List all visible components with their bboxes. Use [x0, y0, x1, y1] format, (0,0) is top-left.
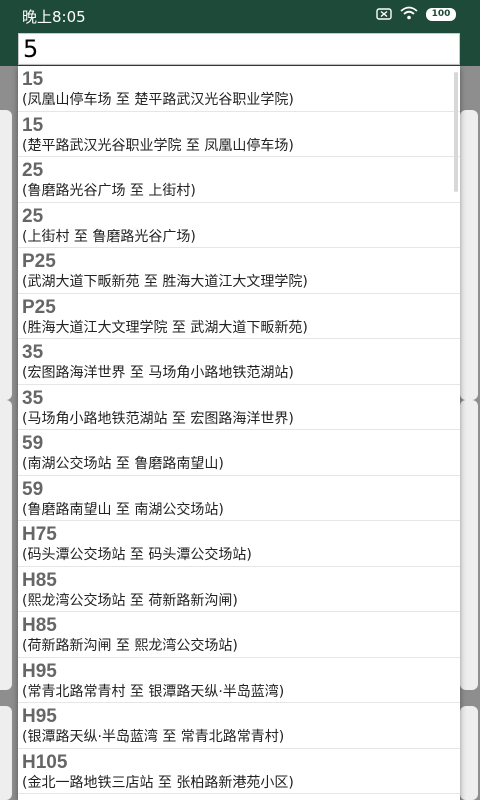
status-icons: 100 — [376, 5, 456, 24]
scrollbar[interactable] — [454, 72, 458, 192]
close-box-icon — [376, 5, 392, 24]
route-number: 35 — [22, 387, 44, 409]
wifi-icon — [400, 5, 418, 24]
suggestion-item[interactable]: 15 (凤凰山停车场 至 楚平路武汉光谷职业学院) — [18, 66, 460, 112]
route-number: H95 — [22, 660, 57, 682]
route-number: P25 — [22, 296, 56, 318]
route-description: (鲁磨路光谷广场 至 上街村) — [22, 183, 196, 199]
route-number: 59 — [22, 433, 44, 454]
route-description: (武湖大道下畈新苑 至 胜海大道江大文理学院) — [22, 274, 308, 290]
route-description: (鲁磨路南望山 至 南湖公交场站) — [22, 501, 224, 518]
search-input[interactable] — [23, 34, 453, 64]
route-description: (宏图路海洋世界 至 马场角小路地铁范湖站) — [22, 365, 294, 381]
battery-level: 100 — [431, 9, 451, 19]
route-number: 59 — [22, 478, 44, 500]
background-card — [460, 110, 478, 400]
status-bar: 晚上8:05 100 — [0, 0, 480, 28]
suggestion-item[interactable]: 59 (鲁磨路南望山 至 南湖公交场站) — [18, 476, 460, 521]
suggestion-item[interactable]: P25 (武湖大道下畈新苑 至 胜海大道江大文理学院) — [18, 248, 460, 294]
route-description: (常青北路常青村 至 银潭路天纵·半岛蓝湾) — [22, 683, 285, 700]
route-description: (南湖公交场站 至 鲁磨路南望山) — [22, 456, 224, 472]
route-description: (胜海大道江大文理学院 至 武湖大道下畈新苑) — [22, 319, 308, 336]
suggestion-item[interactable]: 25 (上街村 至 鲁磨路光谷广场) — [18, 203, 460, 248]
route-number: H75 — [22, 524, 57, 545]
battery-icon: 100 — [426, 8, 456, 21]
suggestion-dropdown[interactable]: 15 (凤凰山停车场 至 楚平路武汉光谷职业学院) 15 (楚平路武汉光谷职业学院 至… — [18, 66, 460, 800]
suggestion-item[interactable]: 25 (鲁磨路光谷广场 至 上街村) — [18, 157, 460, 203]
background-right-edge — [460, 66, 480, 800]
suggestion-list: 15 (凤凰山停车场 至 楚平路武汉光谷职业学院) 15 (楚平路武汉光谷职业学院 至… — [18, 66, 460, 794]
background-card — [0, 110, 12, 400]
background-left-edge — [0, 66, 18, 800]
suggestion-item[interactable]: P25 (胜海大道江大文理学院 至 武湖大道下畈新苑) — [18, 294, 460, 339]
route-description: (上街村 至 鲁磨路光谷广场) — [22, 228, 196, 245]
suggestion-item[interactable]: H105 (金北一路地铁三店站 至 张柏路新港苑小区) — [18, 749, 460, 794]
suggestion-item[interactable]: 59 (南湖公交场站 至 鲁磨路南望山) — [18, 430, 460, 476]
suggestion-item[interactable]: H85 (熙龙湾公交场站 至 荷新路新沟闸) — [18, 567, 460, 612]
route-number: 25 — [22, 205, 44, 227]
status-time: 晚上8:05 — [22, 8, 86, 26]
suggestion-item[interactable]: H95 (银潭路天纵·半岛蓝湾 至 常青北路常青村) — [18, 703, 460, 749]
route-description: (荷新路新沟闸 至 熙龙湾公交场站) — [22, 638, 238, 654]
route-number: 15 — [22, 69, 44, 90]
route-number: P25 — [22, 251, 56, 272]
route-description: (马场角小路地铁范湖站 至 宏图路海洋世界) — [22, 410, 294, 427]
route-number: 25 — [22, 160, 44, 181]
route-description: (银潭路天纵·半岛蓝湾 至 常青北路常青村) — [22, 729, 285, 745]
suggestion-item[interactable]: 35 (马场角小路地铁范湖站 至 宏图路海洋世界) — [18, 385, 460, 430]
suggestion-item[interactable]: H85 (荷新路新沟闸 至 熙龙湾公交场站) — [18, 612, 460, 658]
route-number: H105 — [22, 751, 68, 773]
background-card — [460, 400, 478, 690]
route-description: (金北一路地铁三店站 至 张柏路新港苑小区) — [22, 774, 294, 791]
route-description: (楚平路武汉光谷职业学院 至 凤凰山停车场) — [22, 137, 294, 154]
route-description: (熙龙湾公交场站 至 荷新路新沟闸) — [22, 592, 238, 609]
route-number: 15 — [22, 114, 44, 136]
route-description: (码头潭公交场站 至 码头潭公交场站) — [22, 547, 252, 563]
suggestion-item[interactable]: H75 (码头潭公交场站 至 码头潭公交场站) — [18, 521, 460, 567]
background-card — [460, 706, 478, 800]
route-number: H85 — [22, 615, 57, 636]
search-box[interactable] — [18, 33, 460, 65]
suggestion-item[interactable]: H95 (常青北路常青村 至 银潭路天纵·半岛蓝湾) — [18, 658, 460, 703]
route-number: H95 — [22, 706, 57, 727]
suggestion-item[interactable]: 35 (宏图路海洋世界 至 马场角小路地铁范湖站) — [18, 339, 460, 385]
background-card — [0, 706, 12, 800]
suggestion-item[interactable]: 15 (楚平路武汉光谷职业学院 至 凤凰山停车场) — [18, 112, 460, 157]
background-card — [0, 400, 12, 690]
route-description: (凤凰山停车场 至 楚平路武汉光谷职业学院) — [22, 92, 294, 108]
route-number: H85 — [22, 569, 57, 591]
route-number: 35 — [22, 342, 44, 363]
